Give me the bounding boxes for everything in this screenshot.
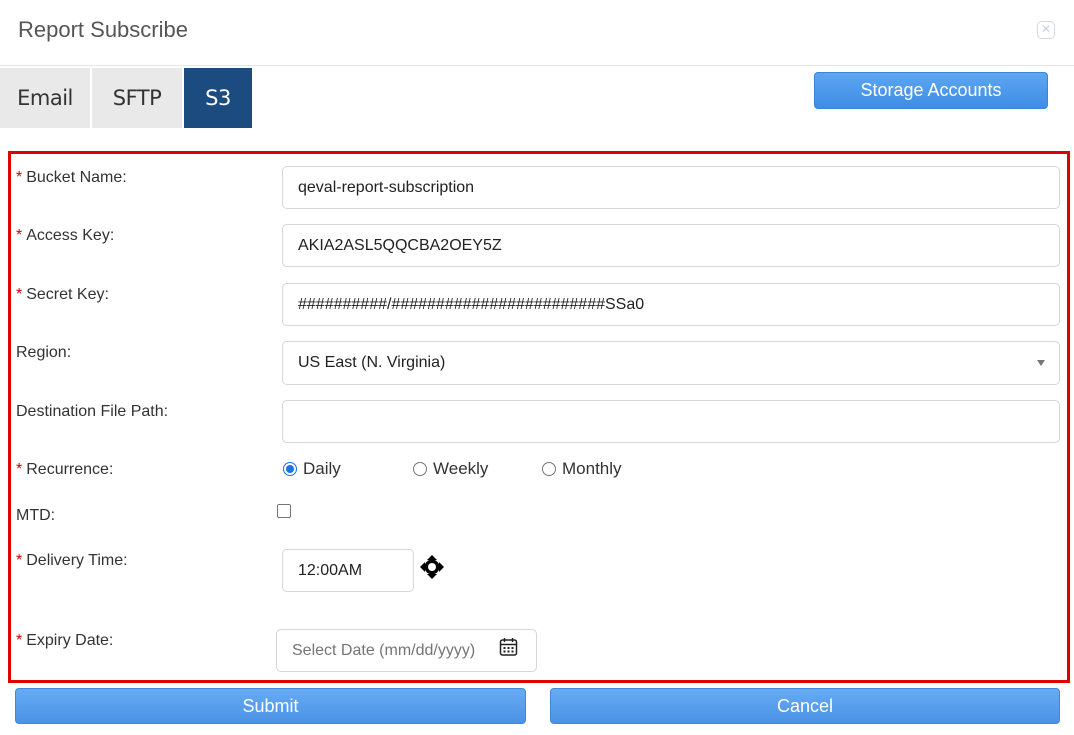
report-subscribe-dialog: Report Subscribe ✕ Email SFTP S3 Storage… — [0, 0, 1074, 735]
region-label: Region: — [16, 344, 72, 361]
delivery-time-input[interactable]: 12:00AM — [282, 549, 414, 592]
region-select[interactable]: US East (N. Virginia) — [282, 341, 1060, 385]
recurrence-weekly-option[interactable]: Weekly — [413, 459, 488, 479]
tab-sftp[interactable]: SFTP — [92, 68, 182, 128]
tab-s3[interactable]: S3 — [184, 68, 252, 128]
recurrence-weekly-radio[interactable] — [413, 462, 427, 476]
required-marker: * — [16, 632, 23, 649]
secret-key-label: * Secret Key: — [16, 286, 109, 303]
recurrence-daily-option[interactable]: Daily — [283, 459, 341, 479]
recurrence-monthly-option[interactable]: Monthly — [542, 459, 622, 479]
secret-key-input[interactable]: ##########/########################SSa0 — [282, 283, 1060, 326]
dialog-header: Report Subscribe ✕ — [0, 0, 1074, 66]
bucket-name-input[interactable]: qeval-report-subscription — [282, 166, 1060, 209]
dialog-title: Report Subscribe — [18, 17, 188, 42]
recurrence-daily-radio[interactable] — [283, 462, 297, 476]
tab-email[interactable]: Email — [0, 68, 90, 128]
access-key-input[interactable]: AKIA2ASL5QQCBA2OEY5Z — [282, 224, 1060, 267]
expiry-date-placeholder: Select Date (mm/dd/yyyy) — [292, 641, 476, 659]
submit-button[interactable]: Submit — [15, 688, 526, 724]
required-marker: * — [16, 227, 23, 244]
move-icon[interactable] — [419, 554, 445, 580]
required-marker: * — [16, 169, 23, 186]
mtd-checkbox[interactable] — [277, 504, 291, 518]
expiry-date-label: * Expiry Date: — [16, 632, 114, 649]
storage-accounts-button[interactable]: Storage Accounts — [814, 72, 1048, 109]
expiry-date-input[interactable]: Select Date (mm/dd/yyyy) — [276, 629, 537, 672]
destination-path-label: Destination File Path: — [16, 403, 169, 420]
close-icon[interactable]: ✕ — [1037, 21, 1055, 39]
required-marker: * — [16, 461, 23, 478]
region-selected-value: US East (N. Virginia) — [298, 354, 446, 371]
chevron-down-icon — [1037, 360, 1045, 366]
recurrence-monthly-radio[interactable] — [542, 462, 556, 476]
delivery-time-label: * Delivery Time: — [16, 552, 128, 569]
access-key-label: * Access Key: — [16, 227, 115, 244]
bucket-name-label: * Bucket Name: — [16, 169, 127, 186]
calendar-icon[interactable] — [499, 637, 518, 657]
mtd-label: MTD: — [16, 507, 56, 524]
recurrence-label: * Recurrence: — [16, 461, 114, 478]
cancel-button[interactable]: Cancel — [550, 688, 1060, 724]
required-marker: * — [16, 552, 23, 569]
required-marker: * — [16, 286, 23, 303]
destination-path-input[interactable] — [282, 400, 1060, 443]
